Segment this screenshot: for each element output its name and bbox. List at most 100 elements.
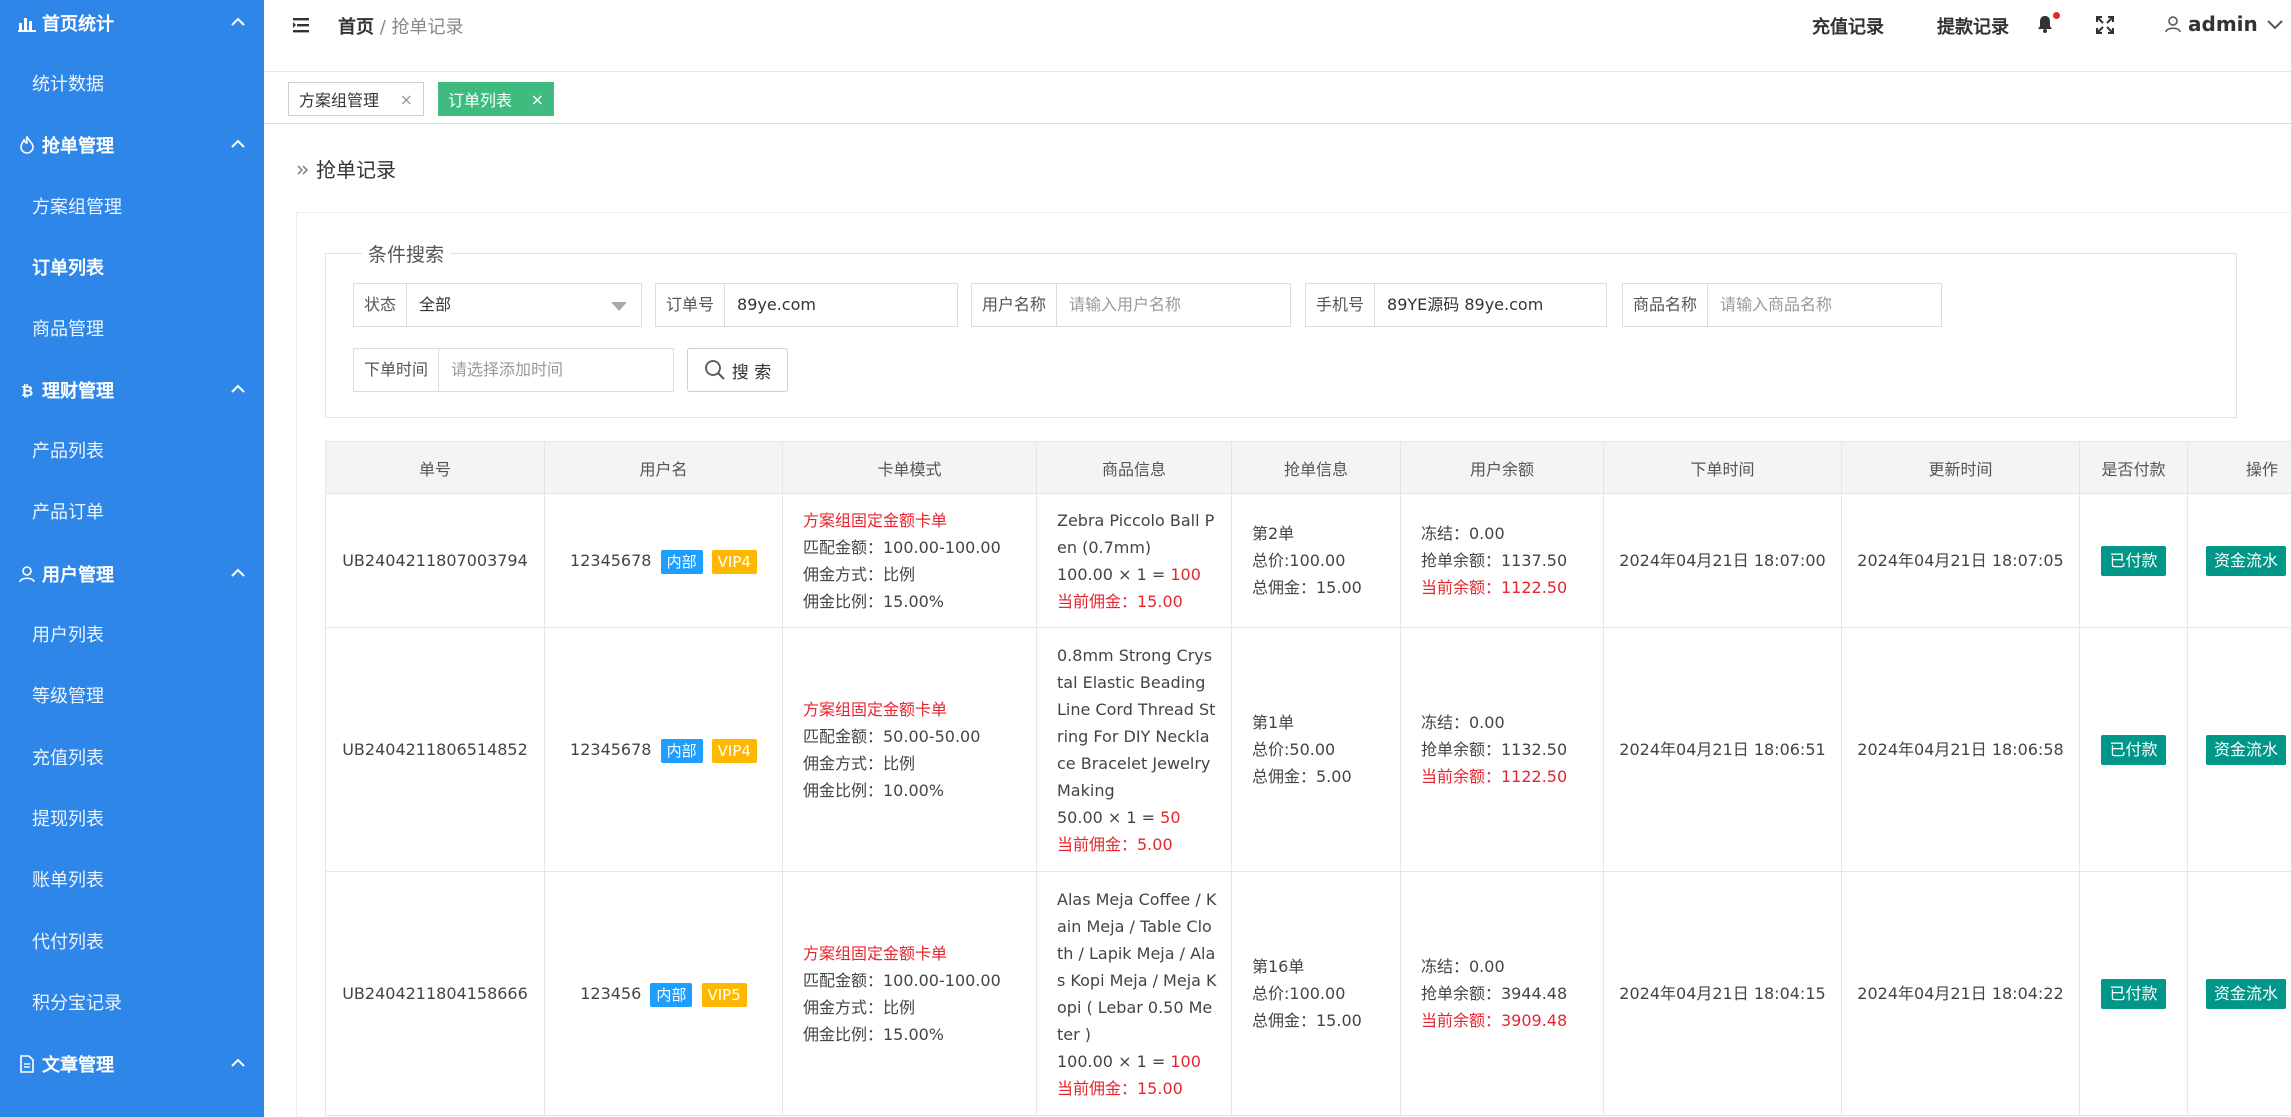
close-icon[interactable]: ×: [400, 90, 413, 109]
paid-badge: 已付款: [2101, 734, 2166, 765]
order-no-input[interactable]: 89ye.com: [725, 284, 957, 326]
column-header: 用户名: [544, 441, 783, 494]
vip-badge: VIP4: [711, 549, 757, 574]
bar-chart-icon: [18, 18, 36, 32]
page-title-text: 抢单记录: [316, 158, 396, 182]
current-balance: 当前余额：1122.50: [1421, 767, 1568, 786]
order-time-field[interactable]: 下单时间 请选择添加时间: [353, 348, 674, 392]
username-cell: 12345678 内部 VIP4: [544, 627, 783, 872]
bell-icon[interactable]: [2036, 14, 2054, 34]
tab-scheme-group[interactable]: 方案组管理 ×: [288, 82, 424, 116]
search-fieldset: [325, 253, 2237, 418]
bitcoin-icon: ₿: [21, 382, 33, 399]
table-row: UB2404211804158666 123456 内部 VIP5 方案组固定金…: [325, 871, 2291, 1116]
grab-info-cell: 第16单 总价:100.00 总佣金：15.00: [1231, 871, 1401, 1116]
sidebar-item-bills[interactable]: 账单列表: [32, 866, 104, 892]
goods-name-input[interactable]: 请输入商品名称: [1708, 284, 1941, 326]
sidebar-group-finance[interactable]: ₿ 理财管理: [0, 369, 264, 409]
goods-name-field[interactable]: 商品名称 请输入商品名称: [1622, 283, 1942, 327]
card-mode-cell: 方案组固定金额卡单 匹配金额：100.00-100.00 佣金方式：比例 佣金比…: [782, 871, 1037, 1116]
goods-calc: 100.00 × 1 = 100: [1057, 1048, 1217, 1075]
user-menu[interactable]: admin: [2164, 12, 2284, 36]
phone-label: 手机号: [1306, 284, 1376, 326]
sidebar-group-label: 抢单管理: [42, 136, 114, 157]
sidebar-item-stats-data[interactable]: 统计数据: [32, 70, 104, 96]
breadcrumb-home[interactable]: 首页: [338, 17, 374, 38]
close-icon[interactable]: ×: [531, 90, 544, 109]
phone-input[interactable]: 89YE源码 89ye.com: [1375, 284, 1606, 326]
column-header: 更新时间: [1841, 441, 2080, 494]
sidebar-item-recharge[interactable]: 充值列表: [32, 744, 104, 770]
username-label: 用户名称: [972, 284, 1058, 326]
sidebar-item-product-orders[interactable]: 产品订单: [32, 498, 104, 524]
vip-badge: VIP5: [701, 982, 747, 1007]
withdraw-record-link[interactable]: 提款记录: [1937, 13, 2009, 39]
goods-total: 50: [1160, 807, 1181, 827]
fire-icon: [20, 136, 34, 154]
balance-line: 冻结：0.00: [1421, 524, 1505, 543]
sidebar-item-withdraw[interactable]: 提现列表: [32, 805, 104, 831]
goods-commission: 当前佣金：5.00: [1057, 834, 1173, 854]
sidebar-group-label: 首页统计: [42, 14, 114, 35]
goods-calc: 50.00 × 1 = 50: [1057, 804, 1217, 831]
update-time-cell: 2024年04月21日 18:04:22: [1841, 871, 2080, 1116]
sidebar-item-goods[interactable]: 商品管理: [32, 315, 104, 341]
order-no-field[interactable]: 订单号 89ye.com: [655, 283, 958, 327]
fund-flow-button[interactable]: 资金流水: [2206, 978, 2287, 1009]
current-balance: 当前余额：1122.50: [1421, 578, 1568, 597]
username-label: admin: [2188, 12, 2258, 36]
sidebar-group-users[interactable]: 用户管理: [0, 553, 264, 593]
internal-badge: 内部: [660, 738, 703, 763]
goods-total: 100: [1170, 564, 1201, 584]
username-field[interactable]: 用户名称 请输入用户名称: [971, 283, 1291, 327]
sidebar-item-level[interactable]: 等级管理: [32, 682, 104, 708]
mode-line: 佣金比例：15.00%: [803, 591, 945, 611]
order-time-cell: 2024年04月21日 18:07:00: [1603, 493, 1842, 628]
sidebar-item-user-list[interactable]: 用户列表: [32, 621, 104, 647]
sidebar-group-articles[interactable]: 文章管理: [0, 1043, 264, 1083]
double-chevron-right-icon: [297, 165, 309, 175]
grab-line: 总价:50.00: [1252, 740, 1336, 759]
sidebar-group-order-grab[interactable]: 抢单管理: [0, 124, 264, 164]
fund-flow-button[interactable]: 资金流水: [2206, 734, 2287, 765]
username-input[interactable]: 请输入用户名称: [1057, 284, 1290, 326]
sidebar-item-scheme-group[interactable]: 方案组管理: [32, 193, 122, 219]
status-select[interactable]: 状态 全部: [353, 283, 642, 327]
current-balance: 当前余额：3909.48: [1421, 1011, 1568, 1030]
order-time-input[interactable]: 请选择添加时间: [439, 349, 673, 391]
sidebar-item-payouts[interactable]: 代付列表: [32, 928, 104, 954]
username-cell: 12345678 内部 VIP4: [544, 493, 783, 628]
sidebar-item-products[interactable]: 产品列表: [32, 437, 104, 463]
mode-line: 佣金方式：比例: [803, 753, 916, 773]
goods-calc-text: 100.00 × 1 =: [1057, 1051, 1171, 1071]
actions-cell: 资金流水: [2187, 493, 2291, 628]
username-text: 123456: [580, 984, 642, 1003]
sidebar: 首页统计 统计数据 抢单管理 方案组管理 订单列表 商品管理 ₿ 理财管理 产品…: [0, 0, 264, 1117]
goods-calc-text: 50.00 × 1 =: [1057, 807, 1161, 827]
sidebar-group-home-stats[interactable]: 首页统计: [0, 2, 264, 42]
fullscreen-icon[interactable]: [2096, 16, 2114, 34]
goods-name: 0.8mm Strong Crystal Elastic Beading Lin…: [1057, 645, 1216, 800]
table-row: UB2404211806514852 12345678 内部 VIP4 方案组固…: [325, 627, 2291, 872]
sidebar-item-order-list[interactable]: 订单列表: [32, 254, 104, 280]
paid-badge: 已付款: [2101, 978, 2166, 1009]
order-no-cell: UB2404211807003794: [325, 493, 545, 628]
balance-line: 抢单余额：1132.50: [1421, 740, 1568, 759]
sidebar-item-points[interactable]: 积分宝记录: [32, 989, 122, 1015]
column-header: 卡单模式: [782, 441, 1037, 494]
fund-flow-button[interactable]: 资金流水: [2206, 545, 2287, 576]
tab-order-list[interactable]: 订单列表 ×: [438, 82, 554, 116]
column-header: 单号: [325, 441, 545, 494]
vip-badge: VIP4: [711, 738, 757, 763]
grab-line: 第1单: [1252, 713, 1295, 732]
search-button[interactable]: 搜 索: [687, 348, 788, 392]
menu-toggle-icon[interactable]: [292, 14, 314, 36]
phone-field[interactable]: 手机号 89YE源码 89ye.com: [1305, 283, 1607, 327]
recharge-record-link[interactable]: 充值记录: [1812, 13, 1884, 39]
search-icon: [704, 360, 725, 380]
grab-line: 第16单: [1252, 957, 1305, 976]
caret-down-icon: [611, 302, 627, 311]
table-row: UB2404211807003794 12345678 内部 VIP4 方案组固…: [325, 493, 2291, 628]
balance-line: 抢单余额：1137.50: [1421, 551, 1568, 570]
grab-line: 总佣金：15.00: [1252, 578, 1362, 597]
